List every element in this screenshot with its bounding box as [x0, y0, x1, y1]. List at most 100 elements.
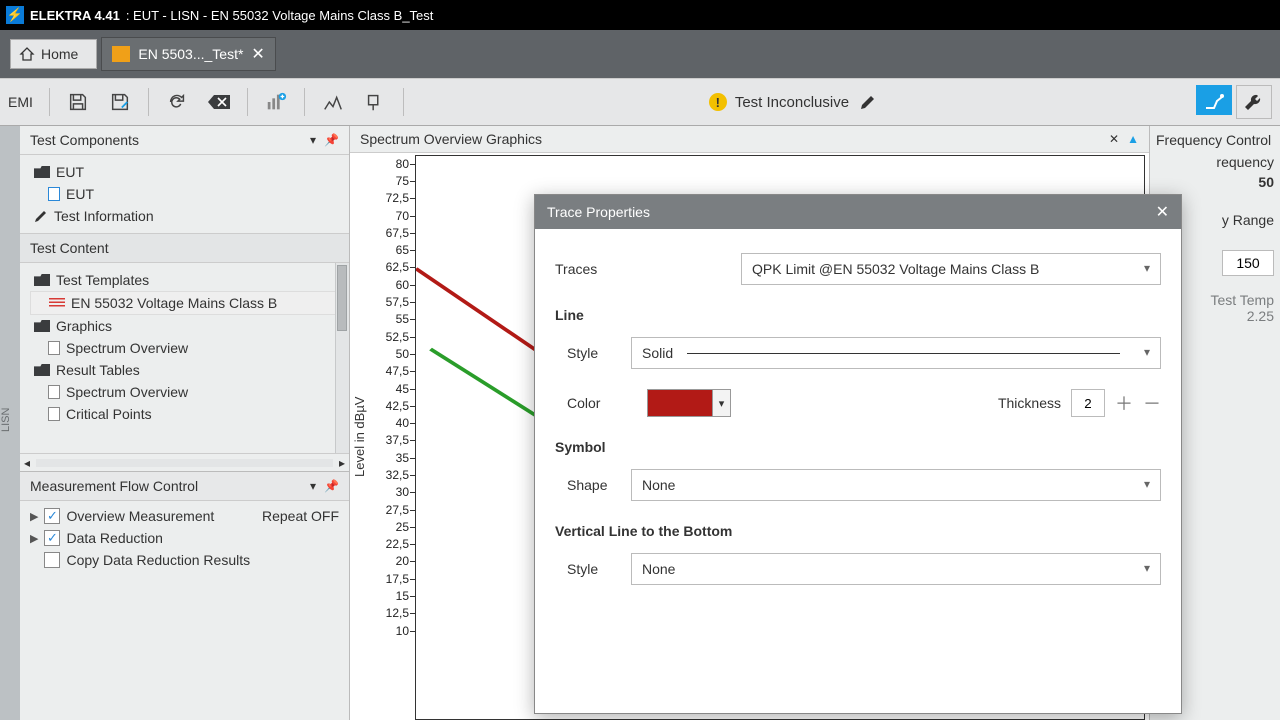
marker-icon [364, 91, 386, 113]
panel-pin-icon[interactable]: 📌 [324, 479, 339, 493]
style-label: Style [567, 345, 615, 361]
solid-line-preview [687, 353, 1120, 354]
tree-vscrollbar[interactable] [335, 263, 349, 453]
robot-arm-button[interactable] [1196, 85, 1232, 115]
test-icon [112, 46, 130, 62]
expand-icon[interactable]: ▶ [30, 510, 38, 523]
wrench-icon [1243, 92, 1265, 112]
refresh-button[interactable] [159, 85, 195, 119]
toolbar: EMI ! Test Inconclusive [0, 78, 1280, 126]
y-tick: 72,5 [369, 190, 415, 207]
pencil-icon [34, 209, 48, 223]
save-as-icon [109, 91, 131, 113]
tree-test-information[interactable]: Test Information [30, 205, 345, 227]
y-tick: 50 [369, 345, 415, 362]
edit-status-button[interactable] [857, 91, 879, 113]
tree-result-tables-folder[interactable]: Result Tables [30, 359, 345, 381]
mfc-overview-row[interactable]: ▶ ✓ Overview Measurement Repeat OFF [30, 505, 339, 527]
tree-eut-item[interactable]: EUT [30, 183, 345, 205]
y-tick: 40 [369, 414, 415, 431]
add-chart-button[interactable] [258, 85, 294, 119]
checkbox[interactable] [44, 552, 60, 568]
vline-style-value: None [642, 561, 675, 577]
y-tick: 75 [369, 172, 415, 189]
scroll-right-icon[interactable]: ▸ [339, 456, 345, 470]
y-tick: 32,5 [369, 466, 415, 483]
thickness-input[interactable] [1071, 389, 1105, 417]
tree-eut-folder[interactable]: EUT [30, 161, 345, 183]
y-axis-label: Level in dBµV [350, 153, 369, 720]
y-tick: 65 [369, 241, 415, 258]
dialog-close-button[interactable]: ✕ [1156, 202, 1169, 222]
color-dropdown-icon[interactable]: ▾ [712, 390, 730, 416]
freq-value: 50 [1258, 174, 1274, 190]
tab-home-label: Home [41, 46, 78, 62]
tree-label: Spectrum Overview [66, 384, 188, 400]
traces-label: Traces [555, 261, 619, 277]
panel-menu-icon[interactable]: ▾ [310, 479, 316, 493]
frequency-cut-label: requency [1156, 154, 1274, 170]
marker-button[interactable] [357, 85, 393, 119]
pencil-icon [859, 93, 877, 111]
test-components-header: Test Components ▾ 📌 [20, 126, 349, 155]
color-picker[interactable]: ▾ [647, 389, 731, 417]
mfc-copy-results-row[interactable]: ▶ Copy Data Reduction Results [30, 549, 339, 571]
panel-close-icon[interactable]: ✕ [1109, 132, 1119, 146]
tree-hscrollbar[interactable]: ◂ ▸ [20, 453, 349, 471]
checkbox[interactable]: ✓ [44, 530, 60, 546]
save-button[interactable] [60, 85, 96, 119]
emi-label: EMI [8, 94, 33, 110]
y-tick: 15 [369, 587, 415, 604]
panel-pin-icon[interactable]: 📌 [324, 133, 339, 147]
vline-style-select[interactable]: None [631, 553, 1161, 585]
traces-select[interactable]: QPK Limit @EN 55032 Voltage Mains Class … [741, 253, 1161, 285]
expand-icon[interactable]: ▶ [30, 532, 38, 545]
y-tick: 57,5 [369, 293, 415, 310]
tree-critical-points[interactable]: Critical Points [30, 403, 345, 425]
tab-close-icon[interactable]: ✕ [251, 44, 264, 64]
app-icon: ⚡ [6, 6, 24, 24]
y-tick: 12,5 [369, 605, 415, 622]
tree-graphics-folder[interactable]: Graphics [30, 315, 345, 337]
symbol-shape-select[interactable]: None [631, 469, 1161, 501]
mfc-title: Measurement Flow Control [30, 478, 198, 494]
thickness-minus-button[interactable]: － [1143, 390, 1161, 416]
tree-spectrum-overview-graphic[interactable]: Spectrum Overview [30, 337, 345, 359]
content-tree: Test Templates EN 55032 Voltage Mains Cl… [20, 263, 349, 453]
tab-active-label: EN 5503..._Test* [138, 46, 243, 62]
color-swatch [648, 390, 712, 416]
page-icon [48, 385, 60, 399]
dialog-title: Trace Properties [547, 204, 650, 220]
mfc-data-reduction-row[interactable]: ▶ ✓ Data Reduction [30, 527, 339, 549]
line-style-select[interactable]: Solid [631, 337, 1161, 369]
tree-label: Test Information [54, 208, 154, 224]
thickness-plus-button[interactable]: ＋ [1115, 390, 1133, 416]
home-icon [19, 46, 35, 62]
tree-spectrum-overview-table[interactable]: Spectrum Overview [30, 381, 345, 403]
side-tab-lisn[interactable]: LISN [0, 126, 20, 720]
analysis-icon [322, 91, 344, 113]
analysis-button[interactable] [315, 85, 351, 119]
y-tick: 42,5 [369, 397, 415, 414]
tab-active[interactable]: EN 5503..._Test* ✕ [101, 37, 275, 71]
checkbox[interactable]: ✓ [44, 508, 60, 524]
tree-test-templates[interactable]: Test Templates [30, 269, 345, 291]
delete-button[interactable] [201, 85, 237, 119]
npts-input[interactable] [1222, 250, 1274, 276]
dialog-titlebar[interactable]: Trace Properties ✕ [535, 195, 1181, 229]
scroll-left-icon[interactable]: ◂ [24, 456, 30, 470]
y-tick: 55 [369, 311, 415, 328]
folder-icon [34, 274, 50, 286]
status-text: Test Inconclusive [735, 94, 849, 111]
panel-collapse-icon[interactable]: ▲ [1127, 132, 1139, 146]
tab-home[interactable]: Home [10, 39, 97, 69]
wrench-button[interactable] [1236, 85, 1272, 119]
tree-label: Spectrum Overview [66, 340, 188, 356]
components-tree: EUT EUT Test Information [20, 155, 349, 233]
tree-label: Graphics [56, 318, 112, 334]
y-tick: 47,5 [369, 363, 415, 380]
y-axis: 807572,57067,56562,56057,55552,55047,545… [369, 153, 415, 720]
tree-template-item[interactable]: EN 55032 Voltage Mains Class B [30, 291, 345, 315]
save-as-button[interactable] [102, 85, 138, 119]
panel-menu-icon[interactable]: ▾ [310, 133, 316, 147]
